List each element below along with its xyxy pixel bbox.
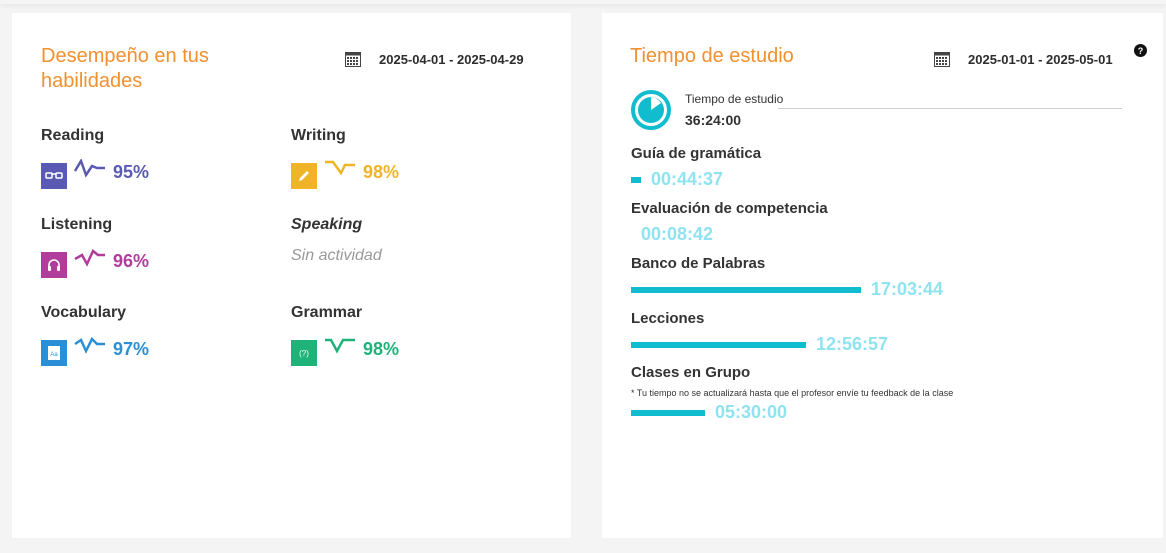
activity-lessons: Lecciones 12:56:57 (631, 310, 1131, 355)
activity-time: 12:56:57 (816, 334, 889, 354)
total-time-label: Tiempo de estudio (685, 92, 784, 106)
activity-time: 17:03:44 (871, 279, 944, 299)
time-date-picker[interactable]: 2025-01-01 - 2025-05-01 (934, 51, 1113, 67)
skill-name: Reading (41, 127, 105, 144)
skill-name: Listening (41, 216, 113, 233)
skills-title-line1: Desempeño en tus (41, 45, 209, 67)
activity-bar (631, 176, 641, 183)
trend-icon (325, 338, 355, 354)
skill-name: Grammar (291, 304, 363, 321)
activity-grammar-guide: Guía de gramática 00:44:37 (631, 145, 1131, 190)
skill-writing[interactable]: Writing 98% (291, 126, 399, 189)
top-strip (0, 0, 1166, 4)
skill-speaking[interactable]: Speaking Sin actividad (291, 215, 382, 265)
skill-percent: 98% (363, 161, 400, 182)
skills-date-picker[interactable]: 2025-04-01 - 2025-04-29 (345, 51, 524, 67)
headphones-icon (41, 252, 67, 278)
activity-name: Lecciones (631, 310, 705, 327)
skills-title-line2: habilidades (41, 70, 143, 92)
svg-text:?: ? (1138, 46, 1144, 56)
skill-vocabulary[interactable]: Vocabulary Aa 97% (41, 303, 149, 366)
activity-name: Guía de gramática (631, 145, 762, 162)
trend-icon (74, 249, 105, 267)
skills-performance-card: Desempeño en tus habilidades 2025-04-01 … (12, 13, 571, 538)
skill-reading[interactable]: Reading 95% (41, 126, 149, 189)
skills-card-title: Desempeño en tus habilidades (41, 44, 209, 94)
skill-name: Vocabulary (41, 304, 127, 321)
time-card-title: Tiempo de estudio (630, 45, 794, 67)
trend-icon (325, 160, 355, 176)
activity-name: Banco de Palabras (631, 255, 766, 272)
svg-text:Aa: Aa (50, 352, 58, 358)
clock-icon (631, 90, 671, 130)
skills-date-range: 2025-04-01 - 2025-04-29 (379, 51, 524, 67)
activity-name: Clases en Grupo (631, 364, 751, 381)
activity-word-bank: Banco de Palabras 17:03:44 (631, 255, 1131, 300)
activity-time: 00:44:37 (651, 169, 724, 189)
calendar-icon (345, 52, 361, 67)
total-study-time: Tiempo de estudio 36:24:00 (630, 88, 1125, 133)
skill-percent: 95% (113, 161, 150, 182)
skill-percent: 98% (363, 338, 400, 359)
dictionary-icon: Aa (41, 340, 67, 366)
trend-icon (73, 159, 105, 178)
activity-bar (631, 341, 806, 348)
skill-percent: 97% (113, 338, 150, 359)
activity-bar (631, 409, 705, 416)
grammar-icon: (?) (291, 340, 317, 366)
activity-competency-test: Evaluación de competencia 00:08:42 (631, 200, 1131, 245)
calendar-icon (934, 52, 950, 67)
skill-name: Writing (291, 127, 346, 144)
activity-time: 05:30:00 (715, 402, 788, 422)
activity-note: * Tu tiempo no se actualizará hasta que … (631, 388, 954, 398)
skill-listening[interactable]: Listening 96% (41, 215, 149, 278)
activity-bar (631, 286, 861, 293)
skill-grammar[interactable]: Grammar (?) 98% (291, 303, 399, 366)
activity-time: 00:08:42 (641, 224, 714, 244)
glasses-icon (41, 163, 67, 189)
trend-icon (74, 336, 105, 354)
skill-name: Speaking (291, 216, 363, 233)
activity-name: Evaluación de competencia (631, 200, 828, 217)
total-time-value: 36:24:00 (685, 112, 742, 128)
study-time-card: Tiempo de estudio 2025-01-01 - 2025-05-0… (602, 13, 1163, 538)
help-icon[interactable]: ? (1134, 44, 1147, 57)
time-date-range: 2025-01-01 - 2025-05-01 (968, 51, 1113, 67)
activity-group-classes: Clases en Grupo * Tu tiempo no se actual… (631, 364, 1131, 423)
divider-line (778, 108, 1122, 109)
svg-text:(?): (?) (299, 349, 309, 358)
no-activity-label: Sin actividad (291, 247, 382, 264)
skill-percent: 96% (113, 250, 150, 271)
pencil-icon (291, 163, 317, 189)
